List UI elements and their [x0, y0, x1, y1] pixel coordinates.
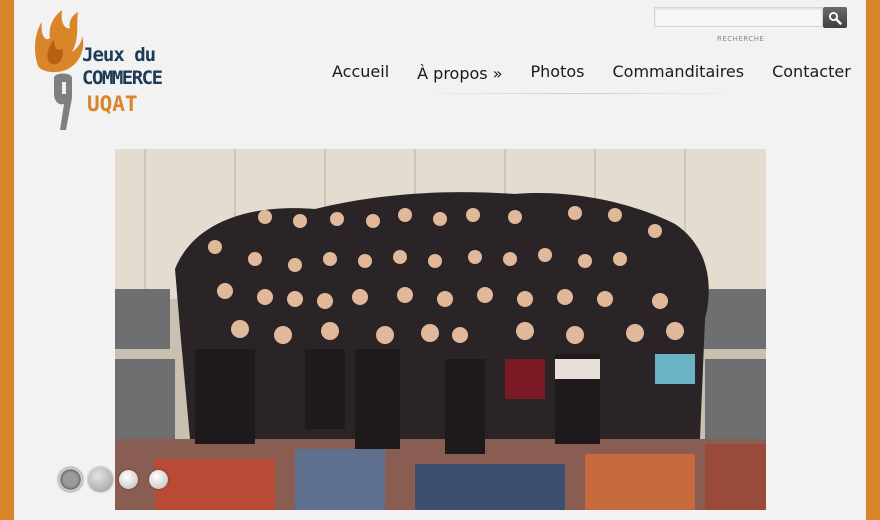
nav-item-accueil[interactable]: Accueil: [332, 62, 389, 81]
search-input[interactable]: [654, 7, 823, 27]
slideshow-pager: [58, 467, 179, 492]
slide-dot-1[interactable]: [58, 467, 83, 492]
logo-text-commerce: COMMERCE: [82, 67, 163, 89]
nav-item-a-propos[interactable]: À propos »: [417, 64, 502, 83]
slide-dot-3[interactable]: [119, 470, 138, 489]
search-button[interactable]: [823, 7, 847, 28]
main-nav: Accueil À propos » Photos Commanditaires…: [332, 58, 851, 84]
nav-item-contacter[interactable]: Contacter: [772, 62, 851, 81]
slide-dot-2[interactable]: [88, 467, 113, 492]
slide-dot-4[interactable]: [149, 470, 168, 489]
logo-text-jeux: Jeux du: [82, 44, 156, 66]
nav-item-photos[interactable]: Photos: [531, 62, 585, 81]
nav-divider: [409, 93, 749, 94]
nav-item-commanditaires[interactable]: Commanditaires: [612, 62, 744, 81]
logo-text-uqat: UQAT: [87, 92, 138, 116]
group-photo: [115, 149, 766, 510]
slideshow-image[interactable]: [115, 149, 766, 510]
search-label: RECHERCHE: [717, 35, 765, 43]
site-logo[interactable]: Jeux du COMMERCE UQAT: [32, 8, 202, 133]
magnifier-icon: [829, 11, 842, 25]
page-container: Jeux du COMMERCE UQAT RECHERCHE Accueil …: [14, 0, 866, 520]
